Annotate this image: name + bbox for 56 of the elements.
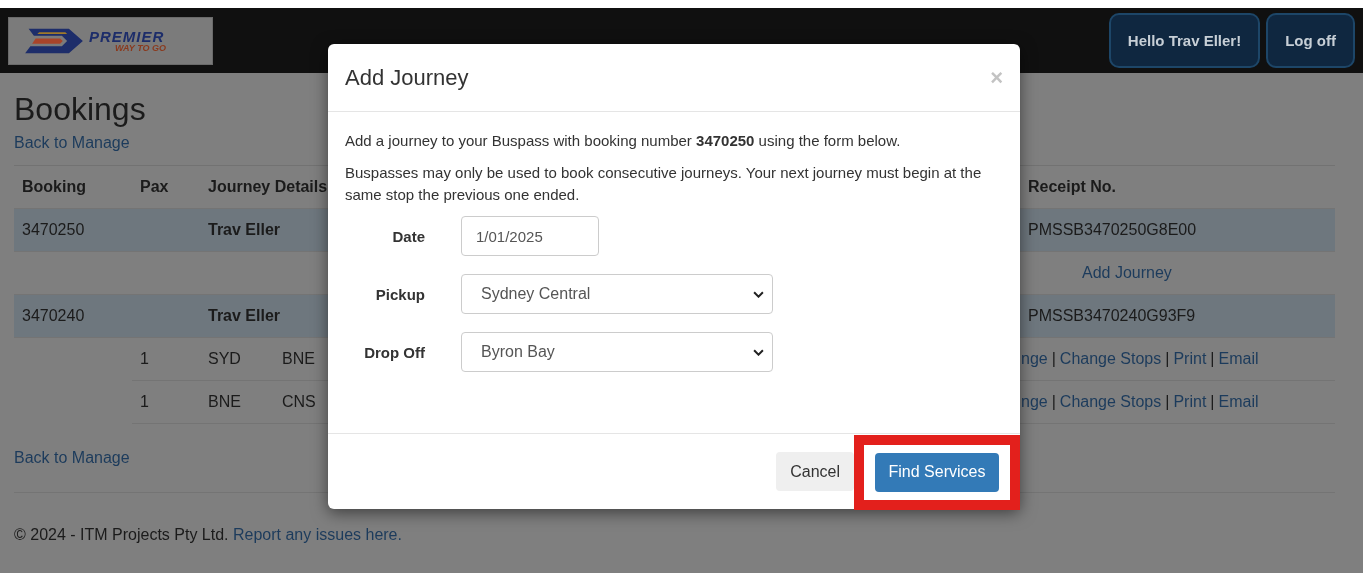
logo[interactable]: PREMIER WAY TO GO [8,16,213,65]
field-label: Pickup [374,285,425,303]
action-link[interactable]: Email [1218,393,1259,410]
table-cell-text: PMSSB3470240G93F9 [1027,307,1197,325]
action-link[interactable]: Print [1173,393,1207,410]
cancel-button[interactable]: Cancel [776,452,854,491]
separator: | [1051,393,1056,410]
separator: | [1210,393,1215,410]
table-cell-text: PMSSB3470250G8E00 [1027,221,1198,239]
logo-name: PREMIER [89,28,166,44]
dropdown-field[interactable]: Byron Bay [461,332,773,372]
add-journey-link[interactable]: Add Journey [1082,264,1172,281]
table-cell-text: CNS [281,393,317,411]
logo-tagline: WAY TO GO [115,43,166,53]
field-label: Drop Off [363,343,425,361]
note-text: Buspasses may only be used to book consecutive journeys. Your next journey must begin at the same stop the previous one ended. [345,163,983,205]
column-header: Journey Details [208,178,328,195]
table-cell-text: SYD [207,350,242,368]
dialog-title: Add Journey [345,64,469,91]
separator: | [1051,350,1056,367]
column-header: Pax [139,178,170,196]
chevron-down-icon [753,290,764,298]
footer-text: © 2024 - ITM Projects Pty Ltd. Report any issues here. [14,525,403,545]
action-link[interactable]: Print [1173,350,1207,367]
intro-text: Add a journey to your Buspass with booking number 3470250 using the form below. [345,131,902,151]
separator: | [1165,350,1170,367]
column-header: Receipt No. [1027,178,1117,196]
back-to-manage-link[interactable]: Back to Manage [14,448,130,468]
page-title: Bookings [14,91,147,127]
action-link[interactable]: nge [1021,393,1048,410]
find-services-button[interactable]: Find Services [874,452,1000,492]
separator: | [1210,350,1215,367]
greeting-button[interactable]: Hello Trav Eller! [1108,13,1261,68]
table-cell-text: 3470250 [21,221,86,239]
report-issues-link[interactable]: Report any issues here. [233,526,402,543]
chevron-down-icon [753,348,764,356]
log-off-button[interactable]: Log off [1266,13,1355,68]
table-cell: Trav Eller [208,221,281,238]
separator: | [1165,393,1170,410]
close-button[interactable]: × [990,64,1003,91]
field-label: Date [391,227,425,245]
column-header: Booking [21,178,87,196]
table-cell-text: BNE [281,350,316,368]
chevron-logo-icon [23,26,85,55]
table-cell-text: 1 [139,350,150,368]
action-link[interactable]: Email [1218,350,1259,367]
date-field[interactable]: 1/01/2025 [461,216,599,256]
table-cell: Trav Eller [208,307,281,324]
action-link[interactable]: nge [1021,350,1048,367]
action-link[interactable]: Change Stops [1059,393,1162,410]
back-to-manage-link[interactable]: Back to Manage [14,133,130,153]
table-cell-text: 3470240 [21,307,86,325]
table-cell-text: 1 [139,393,150,411]
table-cell-text: BNE [207,393,242,411]
dropdown-field[interactable]: Sydney Central [461,274,773,314]
action-link[interactable]: Change Stops [1059,350,1162,367]
